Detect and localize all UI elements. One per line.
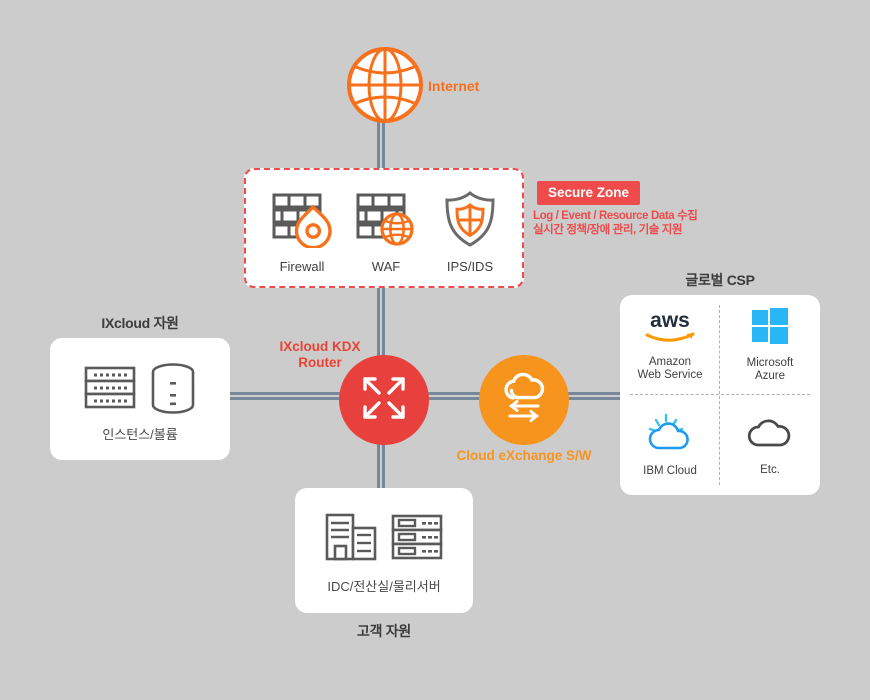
customer-resources-card: IDC/전산실/물리서버 bbox=[295, 488, 473, 613]
building-icon bbox=[323, 510, 379, 573]
csp-card: aws Amazon Web Service Microsoft Azure I… bbox=[620, 295, 820, 495]
secure-zone-item-label: Firewall bbox=[279, 259, 325, 274]
csp-cell-ibm-cloud: IBM Cloud bbox=[620, 395, 720, 495]
globe-icon bbox=[345, 45, 425, 125]
secure-zone-badge: Secure Zone bbox=[537, 181, 641, 205]
microsoft-azure-logo-icon bbox=[751, 307, 789, 350]
ixcloud-resources-title: IXcloud 자원 bbox=[101, 315, 179, 331]
secure-zone-panel: Firewall WAF IPS/IDS bbox=[244, 168, 524, 288]
cloud-bidirectional-arrows-icon bbox=[497, 371, 551, 430]
aws-logo-icon: aws bbox=[639, 308, 701, 349]
cloud-exchange-node bbox=[479, 355, 569, 445]
secure-zone-note-line2: 실시간 정책/장애 관리, 기술 지원 bbox=[533, 224, 683, 236]
four-way-arrows-icon bbox=[357, 371, 411, 430]
secure-zone-item-ips-ids: IPS/IDS bbox=[430, 190, 510, 274]
ibm-cloud-icon bbox=[646, 413, 694, 458]
connector-router-to-customer bbox=[377, 440, 385, 490]
server-rack-icon bbox=[389, 510, 445, 573]
ixcloud-resources-caption: 인스턴스/볼륨 bbox=[102, 427, 178, 442]
secure-zone-item-firewall: Firewall bbox=[262, 190, 342, 274]
csp-cell-azure: Microsoft Azure bbox=[720, 295, 820, 395]
database-icon bbox=[148, 360, 198, 421]
secure-zone-note-line1: Log / Event / Resource Data 수집 bbox=[533, 210, 698, 222]
ixcloud-resources-card: 인스턴스/볼륨 bbox=[50, 338, 230, 460]
svg-text:aws: aws bbox=[650, 309, 690, 332]
connector-internet-to-securezone bbox=[377, 118, 385, 170]
csp-provider-name: Microsoft Azure bbox=[746, 357, 794, 382]
csp-cell-aws: aws Amazon Web Service bbox=[620, 295, 720, 395]
server-rack-icon bbox=[82, 360, 138, 421]
csp-provider-name: IBM Cloud bbox=[643, 464, 697, 477]
cloud-icon bbox=[745, 414, 795, 457]
ixcloud-kdx-router-node bbox=[339, 355, 429, 445]
firewall-brick-flame-icon bbox=[262, 190, 342, 253]
cloud-exchange-label: Cloud eXchange S/W bbox=[456, 448, 592, 463]
csp-title: 글로벌 CSP bbox=[685, 272, 755, 288]
csp-provider-name: Amazon Web Service bbox=[637, 356, 703, 381]
secure-zone-item-waf: WAF bbox=[346, 190, 426, 274]
connector-ixcloud-to-router bbox=[226, 392, 346, 400]
secure-zone-notes: Log / Event / Resource Data 수집 실시간 정책/장애… bbox=[533, 209, 698, 237]
csp-provider-name: Etc. bbox=[760, 463, 780, 476]
router-label-line1: IXcloud KDX bbox=[279, 339, 361, 354]
customer-resources-caption: IDC/전산실/물리서버 bbox=[327, 579, 441, 594]
shield-icon bbox=[430, 190, 510, 253]
secure-zone-item-label: IPS/IDS bbox=[446, 259, 494, 274]
customer-resources-title: 고객 자원 bbox=[357, 623, 411, 639]
secure-zone-item-label: WAF bbox=[371, 259, 401, 274]
internet-label: Internet bbox=[428, 78, 480, 94]
waf-brick-globe-icon bbox=[346, 190, 426, 253]
csp-cell-etc: Etc. bbox=[720, 395, 820, 495]
architecture-diagram: Internet Firewall WAF IPS/IDS Secure Zon… bbox=[0, 0, 870, 700]
